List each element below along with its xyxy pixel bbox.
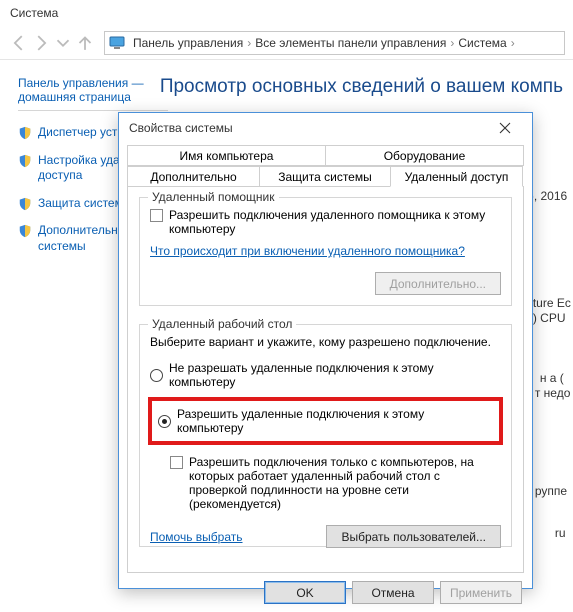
sidebar-heading[interactable]: Панель управления — домашняя страница	[18, 76, 150, 104]
tabs-row-1: Имя компьютера Оборудование	[127, 145, 524, 166]
shield-icon	[18, 197, 32, 211]
tabs-row-2: Дополнительно Защита системы Удаленный д…	[127, 166, 524, 187]
radio-label: Не разрешать удаленные подключения к это…	[169, 361, 501, 389]
breadcrumb-seg-2[interactable]: Все элементы панели управления	[255, 36, 446, 50]
nav-history-icon[interactable]	[52, 32, 74, 54]
button-select-users[interactable]: Выбрать пользователей...	[326, 525, 501, 548]
checkbox-allow-assistance[interactable]: Разрешить подключения удаленного помощни…	[150, 208, 501, 236]
nav-up-icon[interactable]	[74, 32, 96, 54]
text-fragment: ) CPU	[533, 311, 566, 325]
dialog-titlebar[interactable]: Свойства системы	[119, 113, 532, 143]
text-fragment: т недо	[535, 386, 571, 400]
link-help-choose[interactable]: Помочь выбрать	[150, 530, 243, 544]
radio-icon	[150, 369, 163, 382]
tab-content-remote: Удаленный помощник Разрешить подключения…	[127, 186, 524, 573]
shield-icon	[18, 126, 32, 140]
highlight-box: Разрешить удаленные подключения к этому …	[148, 397, 503, 445]
shield-icon	[18, 154, 32, 168]
group-remote-desktop: Удаленный рабочий стол Выберите вариант …	[139, 324, 512, 547]
group-title: Удаленный помощник	[148, 190, 279, 204]
sidebar-item-label: Защита систем	[38, 196, 123, 212]
breadcrumb-sep-icon: ›	[450, 36, 454, 50]
divider	[18, 110, 168, 111]
group-title: Удаленный рабочий стол	[148, 317, 296, 331]
apply-button[interactable]: Применить	[440, 581, 522, 604]
sidebar-item-label: Дополнительнь системы	[38, 223, 124, 254]
tab-computer-name[interactable]: Имя компьютера	[127, 145, 326, 166]
explorer-window-title: Система	[0, 0, 573, 26]
sidebar-item-label: Диспетчер устр	[38, 125, 124, 141]
close-icon	[499, 122, 511, 134]
tab-advanced[interactable]: Дополнительно	[127, 166, 260, 187]
text-fragment: ru	[555, 526, 566, 540]
tab-protection[interactable]: Защита системы	[259, 166, 391, 187]
address-bar[interactable]: Панель управления › Все элементы панели …	[104, 31, 565, 55]
explorer-toolbar: Панель управления › Все элементы панели …	[0, 26, 573, 60]
nav-back-icon[interactable]	[8, 32, 30, 54]
nav-forward-icon[interactable]	[30, 32, 52, 54]
checkbox-label: Разрешить подключения только с компьютер…	[189, 455, 501, 511]
checkbox-icon	[150, 209, 163, 222]
breadcrumb-seg-1[interactable]: Панель управления	[133, 36, 243, 50]
text-fragment: ture Ec	[533, 296, 571, 310]
radio-allow-remote[interactable]: Разрешить удаленные подключения к этому …	[158, 407, 493, 435]
breadcrumb-sep-icon: ›	[511, 36, 515, 50]
breadcrumb-sep-icon: ›	[247, 36, 251, 50]
shield-icon	[18, 224, 32, 238]
checkbox-label: Разрешить подключения удаленного помощни…	[169, 208, 501, 236]
close-button[interactable]	[484, 114, 526, 142]
radio-label: Разрешить удаленные подключения к этому …	[177, 407, 493, 435]
checkbox-icon	[170, 456, 183, 469]
link-assistance-help[interactable]: Что происходит при включении удаленного …	[150, 244, 465, 258]
ok-button[interactable]: OK	[264, 581, 346, 604]
system-properties-dialog: Свойства системы Имя компьютера Оборудов…	[118, 112, 533, 589]
dialog-button-row: OK Отмена Применить	[119, 573, 532, 612]
text-fragment: руппе	[535, 484, 567, 498]
sidebar-item-label: Настройка удал доступа	[38, 153, 127, 184]
breadcrumb-seg-3[interactable]: Система	[458, 36, 506, 50]
checkbox-nla-only[interactable]: Разрешить подключения только с компьютер…	[170, 455, 501, 511]
text-fragment: н а (	[540, 371, 564, 385]
button-assistance-advanced[interactable]: Дополнительно...	[375, 272, 501, 295]
radio-icon	[158, 415, 171, 428]
dialog-title: Свойства системы	[129, 121, 233, 135]
text-fragment: ), 2016	[530, 189, 567, 203]
tab-hardware[interactable]: Оборудование	[325, 145, 524, 166]
rdp-description: Выберите вариант и укажите, кому разреше…	[150, 335, 501, 349]
system-monitor-icon	[109, 36, 127, 50]
page-title: Просмотр основных сведений о вашем компь	[160, 76, 563, 98]
cancel-button[interactable]: Отмена	[352, 581, 434, 604]
tab-remote[interactable]: Удаленный доступ	[390, 166, 523, 187]
group-remote-assistance: Удаленный помощник Разрешить подключения…	[139, 197, 512, 306]
radio-deny-remote[interactable]: Не разрешать удаленные подключения к это…	[150, 361, 501, 389]
